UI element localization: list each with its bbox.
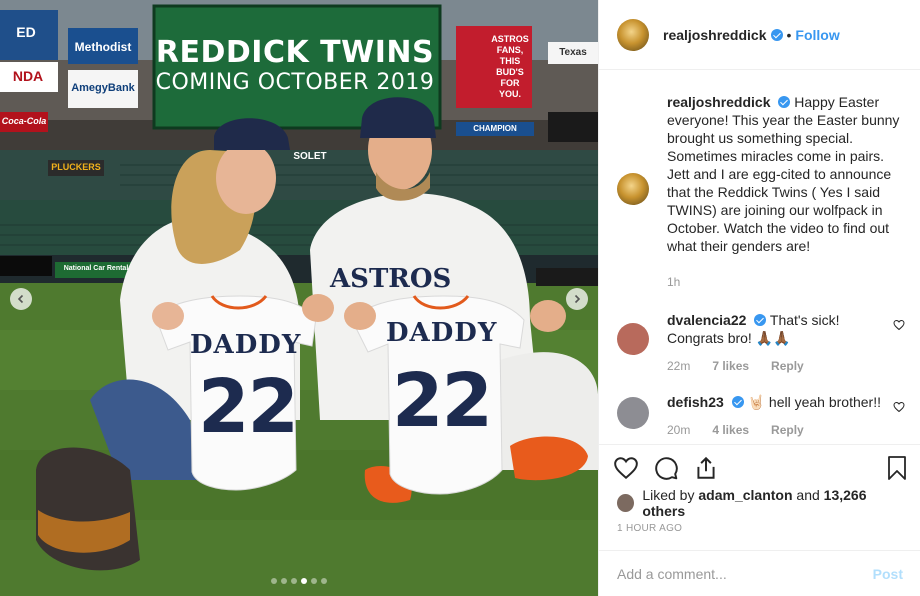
liker-avatar[interactable] [617,494,635,512]
post-panel: realjoshreddick • Follow realjoshreddick… [598,0,920,596]
sign-left-top: ED [16,24,36,40]
reply-button[interactable]: Reply [771,359,804,373]
verified-badge-icon [770,28,783,41]
comment-text: 🤘🏻 hell yeah brother!! [747,394,881,410]
carousel-dot[interactable] [311,578,317,584]
sign-champion: CHAMPION [473,124,517,133]
onesie-right-name: DADDY [386,318,498,348]
verified-badge-icon [731,396,744,408]
caption-text: Happy Easter everyone! This year the Eas… [667,94,900,254]
sign-solet: SOLET [293,151,327,162]
caption-username[interactable]: realjoshreddick [667,94,771,110]
comment-time[interactable]: 22m [667,359,690,373]
follow-button[interactable]: Follow [795,27,839,43]
comment-username[interactable]: defish23 [667,394,724,410]
comments-list[interactable]: realjoshreddick Happy Easter everyone! T… [599,71,920,444]
post-comment-button[interactable]: Post [873,566,903,582]
carousel-dots [0,578,598,584]
carousel-dot[interactable] [271,578,277,584]
comment-item: defish23 🤘🏻 hell yeah brother!! 20m 4 lik… [599,393,920,439]
header-separator: • [786,26,792,43]
heart-icon[interactable] [893,401,905,413]
caption: realjoshreddick Happy Easter everyone! T… [599,71,920,291]
author-avatar[interactable] [617,18,649,51]
onesie-right-number: 22 [392,358,493,444]
bookmark-icon[interactable] [885,455,909,481]
caption-time[interactable]: 1h [667,275,680,289]
comment-time[interactable]: 20m [667,423,690,437]
share-icon[interactable] [693,455,719,481]
comment-avatar[interactable] [617,323,649,355]
carousel-dot[interactable] [301,578,307,584]
jersey-astros-text: ASTROS [330,264,452,294]
comment-icon[interactable] [653,455,679,481]
sign-pluckers: PLUCKERS [51,162,101,172]
reply-button[interactable]: Reply [771,423,804,437]
onesie-left-name: DADDY [190,330,302,360]
comment-likes[interactable]: 4 likes [712,423,749,437]
heart-icon[interactable] [613,455,639,481]
sign-methodist: Methodist [74,40,132,54]
sign-amegy: AmegyBank [71,82,135,94]
liked-by: Liked by adam_clanton and 13,266 others [599,487,920,519]
sign-left-mid: NDA [12,68,44,84]
scoreboard-title: REDDICK TWINS [155,35,435,70]
verified-badge-icon [754,314,767,326]
prev-slide-button[interactable] [10,288,32,310]
comment-item: dvalencia22 That's sick! Congrats bro! 🙏… [599,311,920,375]
sign-national: National Car Rental [63,265,129,272]
carousel-dot[interactable] [291,578,297,584]
comment-likes[interactable]: 7 likes [712,359,749,373]
chevron-left-icon [17,294,24,304]
post-header: realjoshreddick • Follow [599,0,920,70]
sign-coca-cola: Coca-Cola [1,116,47,126]
post-media[interactable]: REDDICK TWINS COMING OCTOBER 2019 ED NDA… [0,0,598,596]
comment-username[interactable]: dvalencia22 [667,312,746,328]
author-username[interactable]: realjoshreddick [663,27,767,43]
add-comment-bar: Post [599,550,920,596]
sign-budweiser: ASTROS FANS, THIS BUD'S FOR YOU. [491,34,529,99]
chevron-right-icon [574,294,581,304]
carousel-dot[interactable] [281,578,287,584]
post-actions: Liked by adam_clanton and 13,266 others … [599,444,920,534]
next-slide-button[interactable] [566,288,588,310]
scoreboard-subtitle: COMING OCTOBER 2019 [155,70,435,95]
heart-icon[interactable] [893,319,905,331]
carousel-dot[interactable] [321,578,327,584]
sign-texas: Texas [559,47,587,58]
caption-avatar[interactable] [617,173,649,205]
comment-avatar[interactable] [617,397,649,429]
comment-input[interactable] [617,565,873,582]
verified-badge-icon [778,96,791,108]
onesie-left-number: 22 [198,364,299,450]
